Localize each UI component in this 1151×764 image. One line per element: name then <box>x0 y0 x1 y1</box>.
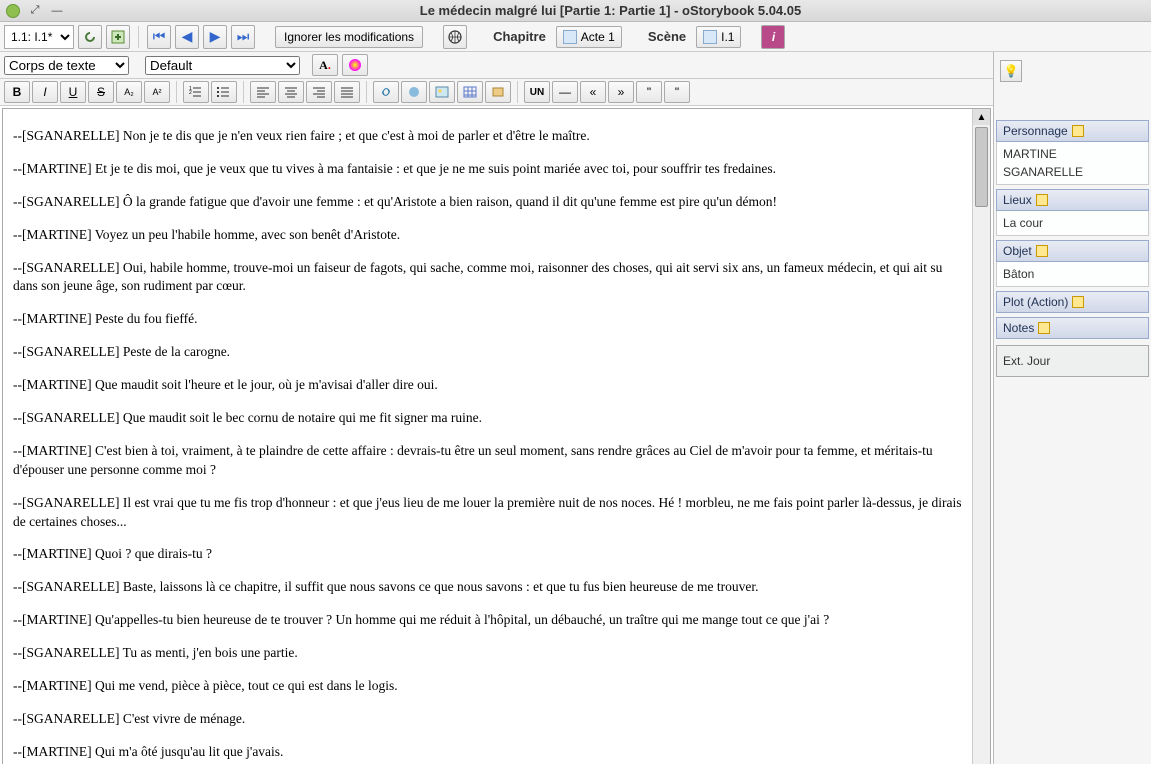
personnage-item[interactable]: SGANARELLE <box>1003 163 1142 181</box>
lieux-item[interactable]: La cour <box>1003 214 1142 232</box>
nav-first[interactable]: ⏮ <box>147 25 171 49</box>
personnage-list: MARTINE SGANARELLE <box>996 142 1149 185</box>
scene-chip[interactable]: I.1 <box>696 26 741 48</box>
objet-header[interactable]: Objet <box>996 240 1149 262</box>
format-toolbar-2: B I U S A₂ A² 12 UN — « » " " <box>0 79 993 106</box>
editor-paragraph[interactable]: --[SGANARELLE] Ô la grande fatigue que d… <box>13 193 962 212</box>
editor-paragraph[interactable]: --[SGANARELLE] Peste de la carogne. <box>13 343 962 362</box>
edit-icon <box>1036 194 1048 206</box>
svg-text:2: 2 <box>189 90 192 96</box>
lieux-header[interactable]: Lieux <box>996 189 1149 211</box>
editor-paragraph[interactable]: --[SGANARELLE] Baste, laissons là ce cha… <box>13 578 962 597</box>
page-icon <box>703 30 717 44</box>
nav-last[interactable]: ⏭ <box>231 25 255 49</box>
editor-paragraph[interactable]: --[MARTINE] C'est bien à toi, vraiment, … <box>13 442 962 480</box>
scene-label: Scène <box>642 29 692 44</box>
editor-paragraph[interactable]: --[SGANARELLE] Il est vrai que tu me fis… <box>13 494 962 532</box>
nav-prev[interactable]: ◀ <box>175 25 199 49</box>
close-button[interactable] <box>6 4 20 18</box>
titlebar: ⤢ — Le médecin malgré lui [Partie 1: Par… <box>0 0 1151 22</box>
add-button[interactable] <box>106 25 130 49</box>
align-left-button[interactable] <box>250 81 276 103</box>
quote-close-button[interactable]: " <box>664 81 690 103</box>
italic-button[interactable]: I <box>32 81 58 103</box>
notes-header[interactable]: Notes <box>996 317 1149 339</box>
bold-button[interactable]: B <box>4 81 30 103</box>
color-wheel-button[interactable] <box>342 54 368 76</box>
window-title: Le médecin malgré lui [Partie 1: Partie … <box>76 3 1145 18</box>
ext-box[interactable]: Ext. Jour <box>996 345 1149 377</box>
editor-paragraph[interactable]: --[MARTINE] Quoi ? que dirais-tu ? <box>13 545 962 564</box>
lieux-list: La cour <box>996 211 1149 236</box>
edit-icon <box>1072 125 1084 137</box>
table-button[interactable] <box>457 81 483 103</box>
scene-selector[interactable]: 1.1: I.1* <box>4 25 74 49</box>
main-toolbar: 1.1: I.1* ⏮ ◀ ▶ ⏭ Ignorer les modificati… <box>0 22 1151 52</box>
align-center-button[interactable] <box>278 81 304 103</box>
ignore-modifications-button[interactable]: Ignorer les modifications <box>275 26 423 48</box>
strike-button[interactable]: S <box>88 81 114 103</box>
objet-item[interactable]: Bâton <box>1003 265 1142 283</box>
editor-paragraph[interactable]: --[SGANARELLE] Tu as menti, j'en bois un… <box>13 644 962 663</box>
personnage-header[interactable]: Personnage <box>996 120 1149 142</box>
underline-button[interactable]: U <box>60 81 86 103</box>
image-button[interactable] <box>429 81 455 103</box>
insert-button[interactable] <box>485 81 511 103</box>
guillemet-open-button[interactable]: « <box>580 81 606 103</box>
font-select[interactable]: Default <box>145 56 300 75</box>
edit-icon <box>1036 245 1048 257</box>
chapitre-label: Chapitre <box>487 29 552 44</box>
objet-list: Bâton <box>996 262 1149 287</box>
info-button[interactable]: i <box>761 25 785 49</box>
font-color-button[interactable]: A. <box>312 54 338 76</box>
nav-next[interactable]: ▶ <box>203 25 227 49</box>
editor-paragraph[interactable]: --[MARTINE] Qui me vend, pièce à pièce, … <box>13 677 962 696</box>
page-icon <box>563 30 577 44</box>
refresh-button[interactable] <box>78 25 102 49</box>
editor-paragraph[interactable]: --[SGANARELLE] Que maudit soit le bec co… <box>13 409 962 428</box>
editor-paragraph[interactable]: --[MARTINE] Voyez un peu l'habile homme,… <box>13 226 962 245</box>
superscript-button[interactable]: A² <box>144 81 170 103</box>
editor-paragraph[interactable]: --[MARTINE] Et je te dis moi, que je veu… <box>13 160 962 179</box>
align-right-button[interactable] <box>306 81 332 103</box>
editor-paragraph[interactable]: --[MARTINE] Qu'appelles-tu bien heureuse… <box>13 611 962 630</box>
paragraph-style-select[interactable]: Corps de texte <box>4 56 129 75</box>
list-bullet-button[interactable] <box>211 81 237 103</box>
editor-paragraph[interactable]: --[SGANARELLE] Non je te dis que je n'en… <box>13 127 962 146</box>
editor-paragraph[interactable]: --[MARTINE] Que maudit soit l'heure et l… <box>13 376 962 395</box>
editor-paragraph[interactable]: --[MARTINE] Peste du fou fieffé. <box>13 310 962 329</box>
idea-button[interactable]: 💡 <box>1000 60 1022 82</box>
vertical-scrollbar[interactable]: ▲ ▼ <box>972 109 990 764</box>
quote-open-button[interactable]: " <box>636 81 662 103</box>
editor-paragraph[interactable]: --[SGANARELLE] Oui, habile homme, trouve… <box>13 259 962 297</box>
acte-chip[interactable]: Acte 1 <box>556 26 622 48</box>
editor-content[interactable]: --[SGANARELLE] Non je te dis que je n'en… <box>3 109 972 764</box>
sidebar: 💡 Personnage MARTINE SGANARELLE Lieux La… <box>993 52 1151 764</box>
minimize-button[interactable]: — <box>50 4 64 18</box>
scroll-up-arrow[interactable]: ▲ <box>973 109 990 125</box>
personnage-item[interactable]: MARTINE <box>1003 145 1142 163</box>
editor-paragraph[interactable]: --[SGANARELLE] C'est vivre de ménage. <box>13 710 962 729</box>
edit-icon <box>1072 296 1084 308</box>
unicode-button[interactable]: UN <box>524 81 550 103</box>
format-toolbar: Corps de texte Default A. <box>0 52 993 79</box>
guillemet-close-button[interactable]: » <box>608 81 634 103</box>
subscript-button[interactable]: A₂ <box>116 81 142 103</box>
scrollbar-thumb[interactable] <box>975 127 988 207</box>
globe-button[interactable] <box>443 25 467 49</box>
image-link-button[interactable] <box>401 81 427 103</box>
hr-button[interactable]: — <box>552 81 578 103</box>
list-numbered-button[interactable]: 12 <box>183 81 209 103</box>
plot-header[interactable]: Plot (Action) <box>996 291 1149 313</box>
maximize-button[interactable]: ⤢ <box>28 4 42 18</box>
align-justify-button[interactable] <box>334 81 360 103</box>
edit-icon <box>1038 322 1050 334</box>
link-button[interactable] <box>373 81 399 103</box>
editor-paragraph[interactable]: --[MARTINE] Qui m'a ôté jusqu'au lit que… <box>13 743 962 762</box>
